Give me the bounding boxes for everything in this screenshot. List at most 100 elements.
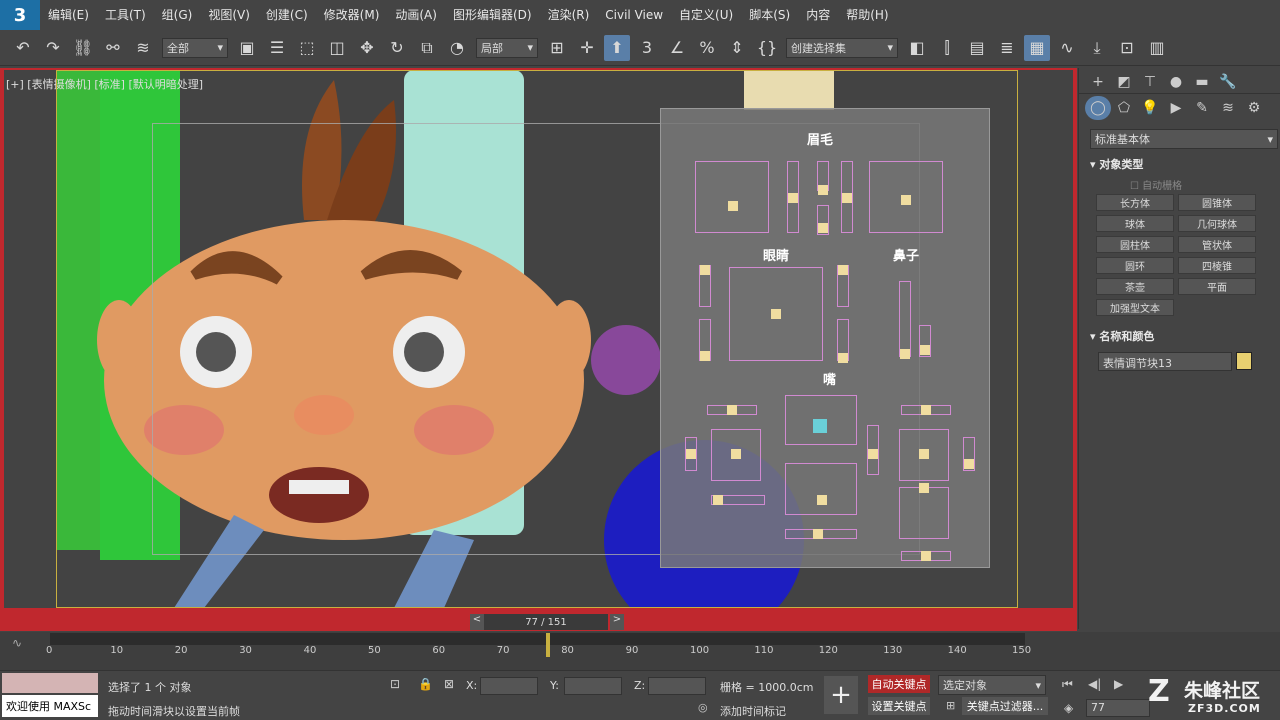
select-object-icon[interactable]: ▣	[234, 35, 260, 61]
spinner-snap-icon[interactable]: ⇕	[724, 35, 750, 61]
key-mode-dropdown[interactable]: 选定对象 ▾	[938, 675, 1046, 695]
menu-help[interactable]: 帮助(H)	[838, 0, 896, 30]
eye-knob[interactable]	[838, 265, 848, 275]
shapes-icon[interactable]: ⬠	[1111, 96, 1137, 120]
pivot-center-icon[interactable]: ⊞	[544, 35, 570, 61]
tube-button[interactable]: 管状体	[1178, 236, 1256, 253]
mouth-knob[interactable]	[686, 449, 696, 459]
align-icon[interactable]: ⫿	[934, 35, 960, 61]
scene-explorer-icon[interactable]: ▤	[964, 35, 990, 61]
link-icon[interactable]: ⛓	[70, 35, 96, 61]
key-filters-button[interactable]: 关键点过滤器...	[962, 697, 1048, 715]
object-color-swatch[interactable]	[1236, 352, 1252, 370]
spacewarps-icon[interactable]: ≋	[1215, 96, 1241, 120]
teapot-button[interactable]: 茶壶	[1096, 278, 1174, 295]
utilities-tab-wrench-icon[interactable]: 🔧	[1215, 70, 1241, 94]
hierarchy-tab-icon[interactable]: ⊤	[1137, 70, 1163, 94]
snap-toggle-icon[interactable]: 3	[634, 35, 660, 61]
goto-start-icon[interactable]: ⏮	[1062, 677, 1073, 692]
place-icon[interactable]: ◔	[444, 35, 470, 61]
select-by-name-icon[interactable]: ☰	[264, 35, 290, 61]
eyebrow-left-knob[interactable]	[728, 201, 738, 211]
z-coord-input[interactable]	[648, 677, 706, 695]
app-logo[interactable]: 3	[0, 0, 40, 30]
edit-named-selection-icon[interactable]: {}	[754, 35, 780, 61]
motion-tab-icon[interactable]: ●	[1163, 70, 1189, 94]
menu-animation[interactable]: 动画(A)	[387, 0, 445, 30]
menu-civil-view[interactable]: Civil View	[597, 0, 671, 30]
menu-scripting[interactable]: 脚本(S)	[741, 0, 798, 30]
modify-tab-icon[interactable]: ◩	[1111, 70, 1137, 94]
set-key-plus-icon[interactable]: +	[824, 676, 858, 714]
add-time-tag[interactable]: 添加时间标记	[720, 703, 786, 719]
scale-icon[interactable]: ⧉	[414, 35, 440, 61]
mouth-knob[interactable]	[727, 405, 737, 415]
time-slider-thumb[interactable]: 77 / 151	[484, 614, 608, 630]
systems-icon[interactable]: ⚙	[1241, 96, 1267, 120]
curve-editor-icon[interactable]: ∿	[1054, 35, 1080, 61]
mouth-corner-knob[interactable]	[919, 449, 929, 459]
time-tag-icon[interactable]: ◎	[698, 701, 708, 714]
render-setup-icon[interactable]: ▥	[1144, 35, 1170, 61]
angle-snap-icon[interactable]: ∠	[664, 35, 690, 61]
eyebrow-knob[interactable]	[842, 193, 852, 203]
plane-button[interactable]: 平面	[1178, 278, 1256, 295]
eyebrow-knob[interactable]	[788, 193, 798, 203]
menu-graph-editors[interactable]: 图形编辑器(D)	[445, 0, 540, 30]
x-coord-input[interactable]	[480, 677, 538, 695]
create-tab-plus-icon[interactable]: +	[1085, 70, 1111, 94]
bind-spacewarp-icon[interactable]: ≋	[130, 35, 156, 61]
sphere-button[interactable]: 球体	[1096, 215, 1174, 232]
jaw-knob[interactable]	[817, 495, 827, 505]
mouth-knob[interactable]	[868, 449, 878, 459]
eyebrow-right-knob[interactable]	[901, 195, 911, 205]
play-icon[interactable]: ▶	[1114, 677, 1123, 691]
schematic-view-icon[interactable]: ⤓	[1084, 35, 1110, 61]
material-editor-icon[interactable]: ⊡	[1114, 35, 1140, 61]
set-key-button[interactable]: 设置关键点	[868, 697, 930, 715]
helpers-icon[interactable]: ✎	[1189, 96, 1215, 120]
eye-knob[interactable]	[838, 353, 848, 363]
mouth-corner-knob[interactable]	[731, 449, 741, 459]
redo-icon[interactable]: ↷	[40, 35, 66, 61]
lights-bulb-icon[interactable]: 💡	[1137, 96, 1163, 120]
named-selection-set-dropdown[interactable]: 创建选择集 ▾	[786, 37, 898, 58]
mouth-knob[interactable]	[713, 495, 723, 505]
cone-button[interactable]: 圆锥体	[1178, 194, 1256, 211]
curve-editor-mini-icon[interactable]: ∿	[12, 636, 22, 650]
menu-group[interactable]: 组(G)	[154, 0, 201, 30]
cylinder-button[interactable]: 圆柱体	[1096, 236, 1174, 253]
ref-coord-dropdown[interactable]: 局部 ▾	[476, 37, 538, 58]
mirror-icon[interactable]: ◧	[904, 35, 930, 61]
key-mode-toggle-icon[interactable]: ◈	[1064, 701, 1073, 715]
percent-snap-icon[interactable]: %	[694, 35, 720, 61]
object-type-rollout-title[interactable]: ▾ 对象类型	[1090, 156, 1143, 172]
unlink-icon[interactable]: ⚯	[100, 35, 126, 61]
eyebrow-knob[interactable]	[818, 223, 828, 233]
eye-knob[interactable]	[700, 265, 710, 275]
menu-tools[interactable]: 工具(T)	[97, 0, 154, 30]
rotate-icon[interactable]: ↻	[384, 35, 410, 61]
name-color-rollout-title[interactable]: ▾ 名称和颜色	[1090, 328, 1154, 344]
category-dropdown[interactable]: 标准基本体 ▾	[1090, 129, 1278, 149]
menu-content[interactable]: 内容	[798, 0, 838, 30]
menu-rendering[interactable]: 渲染(R)	[540, 0, 598, 30]
facial-control-board[interactable]: 眉毛 眼睛 鼻子 嘴	[660, 108, 990, 568]
mouth-knob[interactable]	[964, 459, 974, 469]
prev-frame-button[interactable]: <	[470, 614, 484, 630]
cameras-icon[interactable]: ▶	[1163, 96, 1189, 120]
current-frame-input[interactable]: 77	[1086, 699, 1150, 717]
keyboard-shortcut-override-icon[interactable]: ⬆	[604, 34, 630, 61]
prev-key-icon[interactable]: ◀|	[1088, 677, 1101, 691]
menu-customize[interactable]: 自定义(U)	[671, 0, 741, 30]
geometry-sphere-icon[interactable]: ◯	[1085, 96, 1111, 120]
pyramid-button[interactable]: 四棱锥	[1178, 257, 1256, 274]
menu-modifiers[interactable]: 修改器(M)	[316, 0, 388, 30]
display-tab-icon[interactable]: ▬	[1189, 70, 1215, 94]
auto-key-button[interactable]: 自动关键点	[868, 675, 930, 693]
geosphere-button[interactable]: 几何球体	[1178, 215, 1256, 232]
eyebrow-knob[interactable]	[818, 185, 828, 195]
select-manipulate-icon[interactable]: ✛	[574, 35, 600, 61]
next-frame-button[interactable]: >	[610, 614, 624, 630]
welcome-maxscript-field[interactable]: 欢迎使用 MAXSc	[2, 695, 98, 717]
